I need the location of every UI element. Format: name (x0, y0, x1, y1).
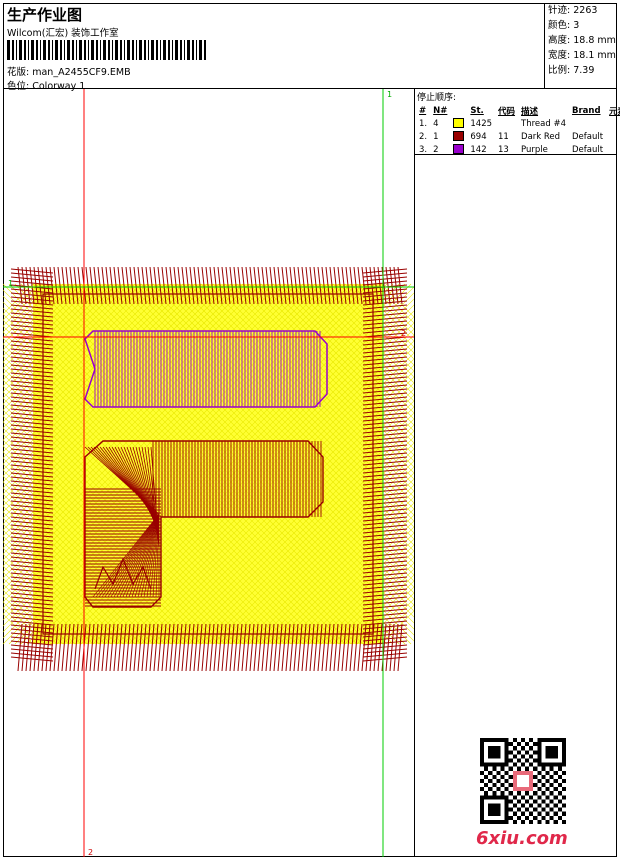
marker-left: 1 (8, 279, 13, 288)
qr-code-icon (480, 738, 566, 824)
page-title: 生产作业图 (7, 6, 83, 24)
stats-panel: 针迹: 2263 颜色: 3 高度: 18.8 mm 宽度: 18.1 mm 比… (545, 3, 617, 89)
marker-top: 1 (387, 90, 392, 99)
stat-stitches: 针迹: 2263 (548, 5, 598, 16)
thread-row: 2. 1 694 11 Dark Red Default (419, 131, 604, 142)
stop-order-caption: 停止顺序: (417, 93, 457, 103)
thread-panel: 停止顺序: #N# St.代码描述 Brand元素 1.4 1425Thread… (415, 89, 620, 156)
design-file: man_A2455CF9.EMB (32, 67, 131, 78)
stat-height: 高度: 18.8 mm (548, 35, 616, 46)
color-swatch (453, 131, 465, 142)
thread-header-row: #N# St.代码描述 Brand元素 (419, 105, 620, 117)
color-swatch (453, 118, 465, 129)
stat-width: 宽度: 18.1 mm (548, 50, 616, 61)
company-name: Wilcom(汇宏) 装饰工作室 (7, 28, 119, 39)
design-label: 花版: (7, 67, 30, 78)
stat-scale: 比例: 7.39 (548, 65, 595, 76)
marker-right: 2 (401, 329, 406, 338)
barcode-icon (7, 40, 206, 60)
site-logo: 6xiu.com (476, 828, 568, 849)
header-panel: 生产作业图 Wilcom(汇宏) 装饰工作室 花版: man_A2455CF9.… (3, 3, 545, 92)
color-swatch (453, 144, 465, 155)
design-preview: 1 2 1 2 (3, 89, 415, 857)
thread-row: 3. 2 142 13 Purple Default (419, 144, 604, 155)
stat-colors: 颜色: 3 (548, 20, 580, 31)
thread-table: #N# St.代码描述 Brand元素 1.4 1425Thread #4 2.… (416, 104, 620, 156)
thread-row: 1. 4 1425 Thread #4 (419, 118, 566, 129)
marker-bottom: 2 (88, 848, 93, 857)
design-row: 花版: man_A2455CF9.EMB (7, 64, 131, 78)
embroidery-canvas: 1 2 1 2 (3, 89, 414, 857)
